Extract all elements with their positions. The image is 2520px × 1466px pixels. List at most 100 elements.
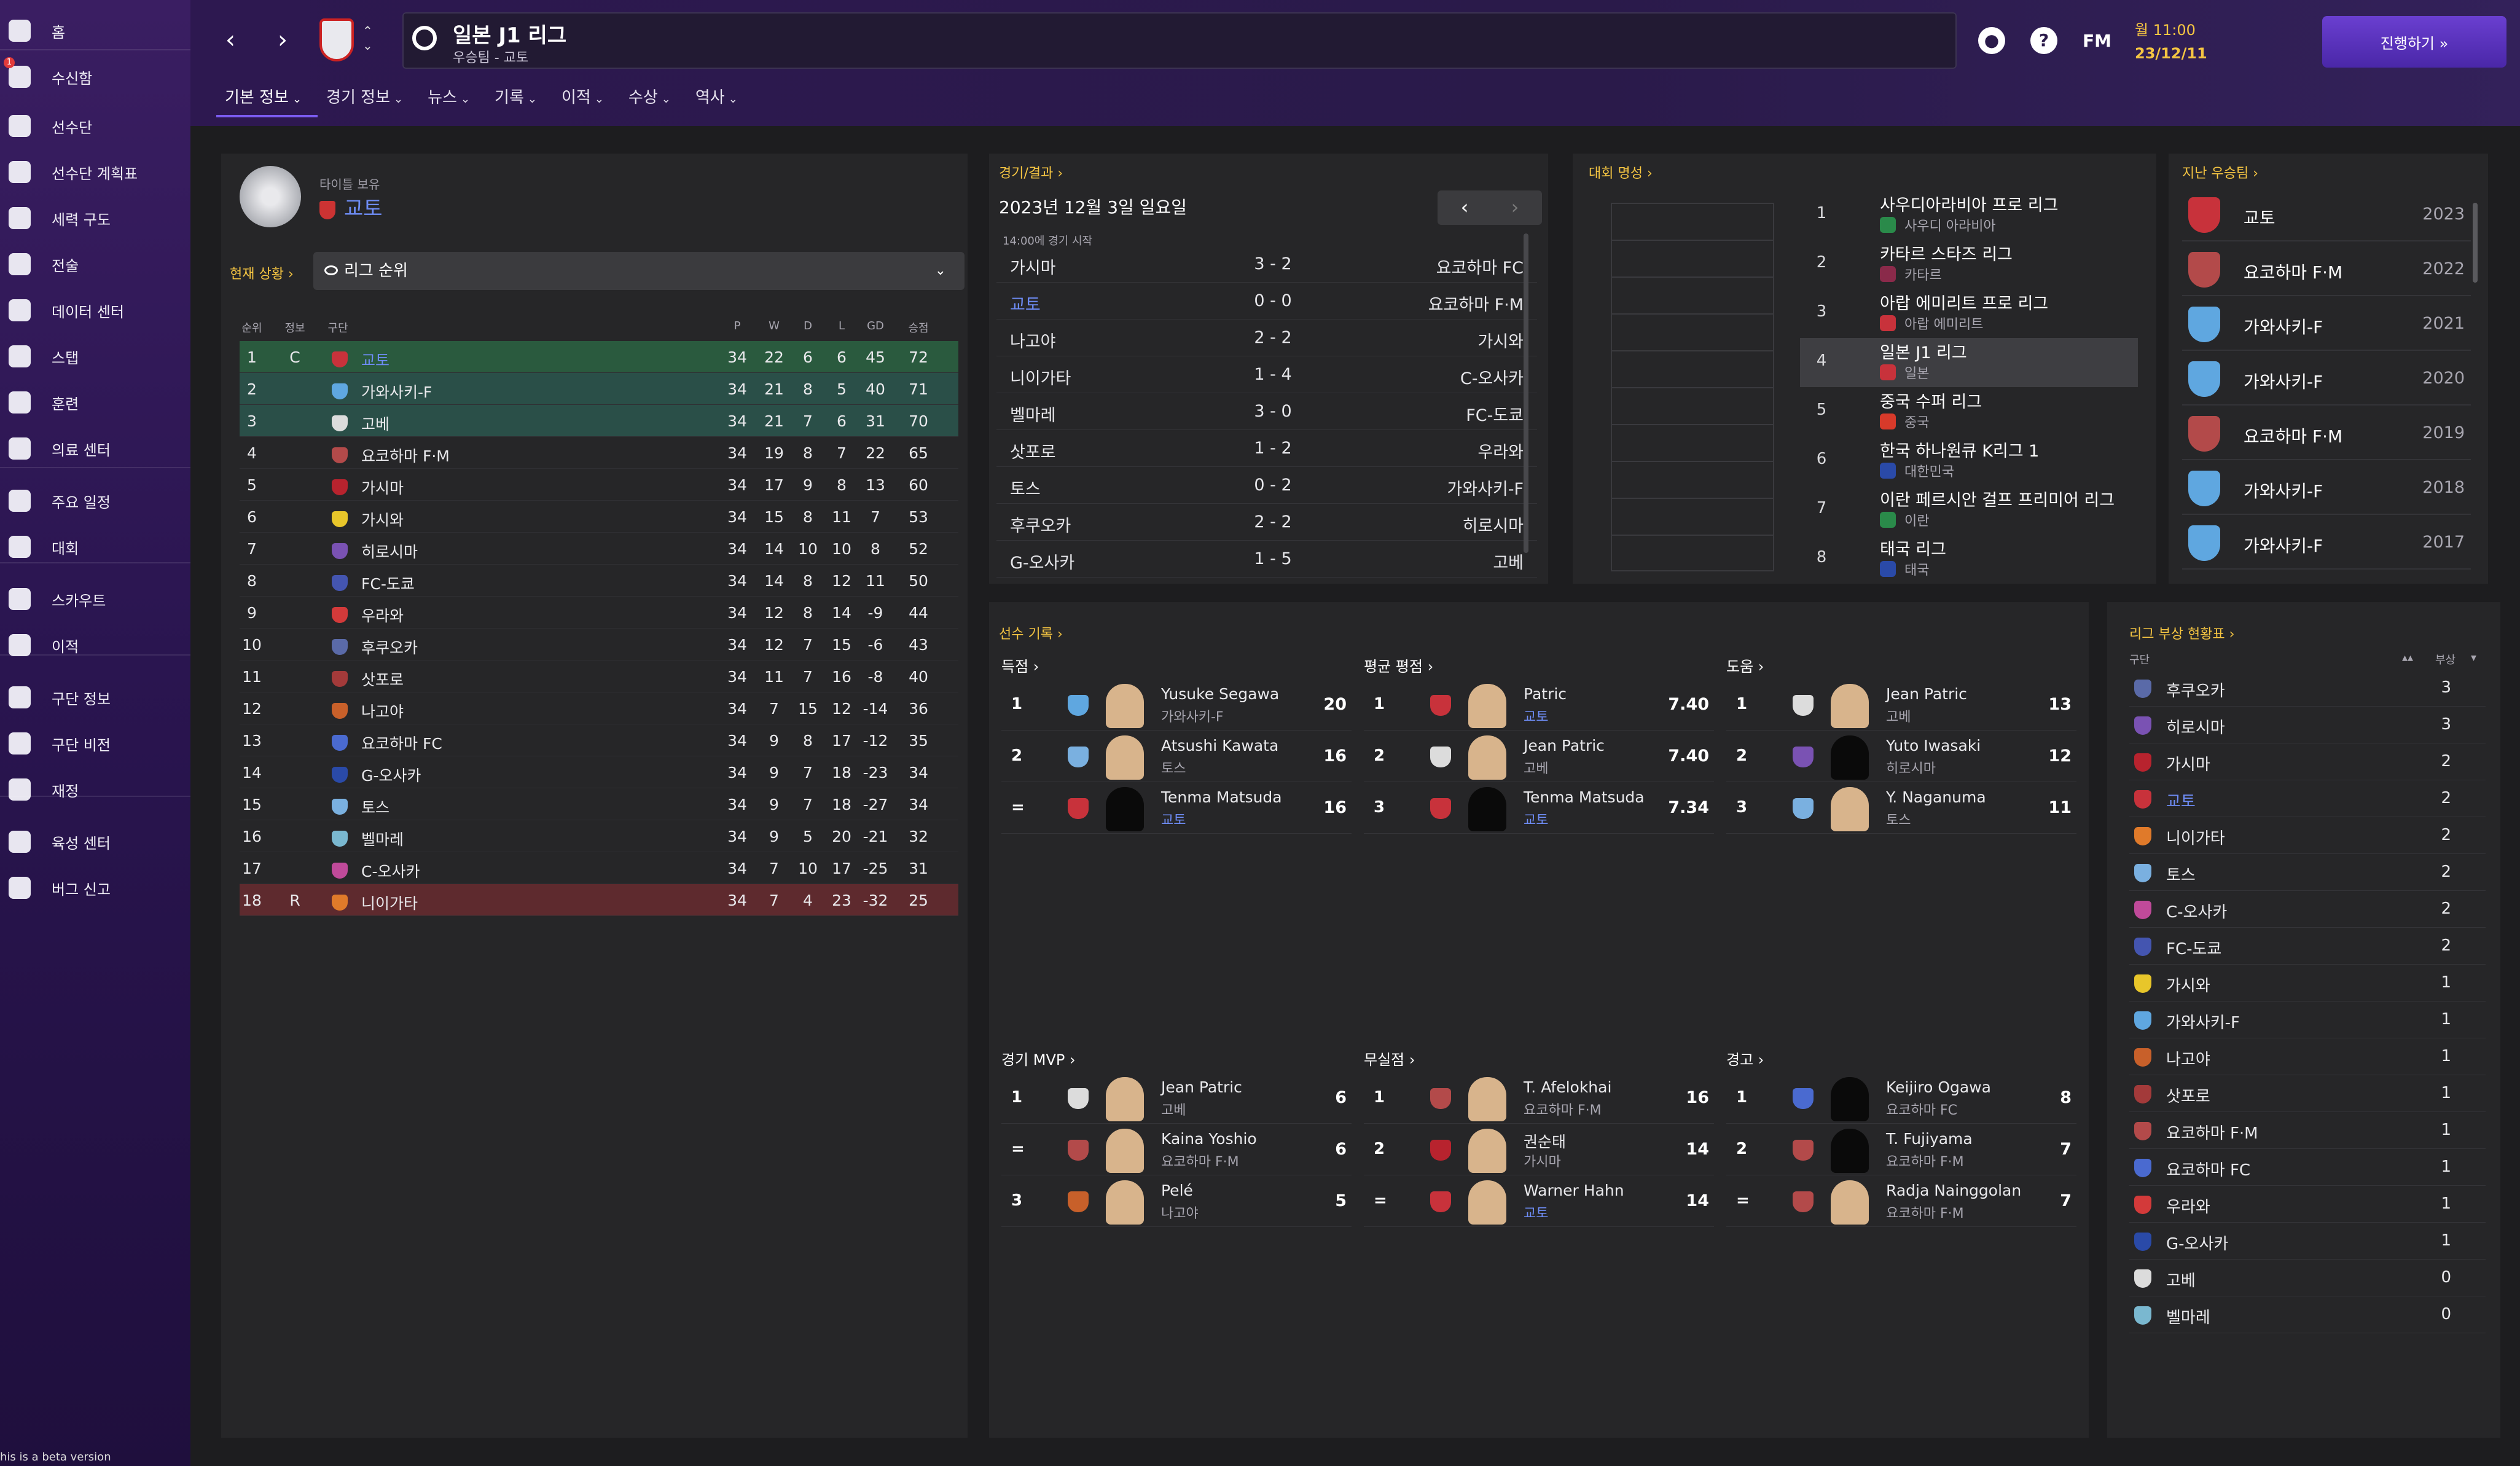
- sidebar-item-1[interactable]: 수신함 1: [0, 57, 190, 95]
- col-pts[interactable]: 승점: [897, 319, 940, 335]
- home-team[interactable]: 교토: [1010, 291, 1041, 315]
- injury-row[interactable]: 토스 2: [2129, 854, 2486, 891]
- tab-2[interactable]: 뉴스 ⌄: [419, 81, 486, 117]
- away-team[interactable]: 요코하마 FC: [1436, 254, 1524, 278]
- sidebar-item-11[interactable]: 대회: [0, 528, 190, 565]
- fixture-row[interactable]: 교토 0 - 0 요코하마 F·M: [996, 283, 1537, 319]
- reputation-row[interactable]: 2 카타르 스타즈 리그 카타르: [1800, 240, 2138, 289]
- fixture-row[interactable]: 가시마 3 - 2 요코하마 FC: [996, 246, 1537, 283]
- injury-row[interactable]: 우라와 1: [2129, 1186, 2486, 1223]
- sidebar-item-0[interactable]: 홈: [0, 12, 190, 49]
- fixtures-scrollbar[interactable]: [1524, 233, 1528, 553]
- table-row[interactable]: 5 가시마 34 17 9 8 13 60: [240, 469, 958, 501]
- fixture-row[interactable]: 삿포로 1 - 2 우라와: [996, 430, 1537, 467]
- sidebar-item-14[interactable]: 구단 정보: [0, 679, 190, 716]
- continue-button[interactable]: 진행하기 »: [2322, 16, 2506, 68]
- score[interactable]: 1 - 4: [1211, 365, 1334, 384]
- prev-day-button[interactable]: ‹: [1440, 195, 1489, 219]
- reputation-row[interactable]: 7 이란 페르시안 걸프 프리미어 리그 이란: [1800, 485, 2138, 535]
- club-crest-icon[interactable]: [319, 18, 354, 61]
- sort-icon[interactable]: ▴▴: [2402, 651, 2413, 664]
- club-cell[interactable]: 토스: [332, 796, 389, 818]
- away-team[interactable]: 고베: [1493, 549, 1524, 573]
- player-stat-row[interactable]: = Radja Nainggolan 요코하마 F·M 7: [1726, 1175, 2076, 1227]
- score[interactable]: 3 - 0: [1211, 402, 1334, 421]
- sidebar-item-15[interactable]: 구단 비전: [0, 725, 190, 762]
- injury-row[interactable]: 벨마레 0: [2129, 1296, 2486, 1333]
- stat-block-title[interactable]: 경고 ›: [1726, 1048, 1764, 1069]
- player-stat-row[interactable]: 3 Y. Naganuma 토스 11: [1726, 782, 2076, 834]
- past-winner-row[interactable]: 가와사키-F 2020: [2182, 351, 2471, 406]
- score[interactable]: 1 - 2: [1211, 439, 1334, 458]
- club-cell[interactable]: 요코하마 FC: [332, 732, 442, 754]
- col-info[interactable]: 정보: [276, 319, 313, 335]
- injury-row[interactable]: 니이가타 2: [2129, 817, 2486, 854]
- injury-row[interactable]: 히로시마 3: [2129, 707, 2486, 743]
- crest-toggle-icon[interactable]: ⌃ ⌄: [362, 23, 373, 53]
- title-holder-club[interactable]: 교토: [319, 192, 383, 222]
- reputation-row[interactable]: 1 사우디아라비아 프로 리그 사우디 아라비아: [1800, 190, 2138, 240]
- player-stat-row[interactable]: 1 Jean Patric 고베 13: [1726, 679, 2076, 731]
- club-cell[interactable]: 가시마: [332, 476, 404, 498]
- table-row[interactable]: 1 C 교토 34 22 6 6 45 72: [240, 341, 958, 373]
- fixture-row[interactable]: G-오사카 1 - 5 고베: [996, 541, 1537, 578]
- sidebar-item-10[interactable]: 주요 일정: [0, 482, 190, 519]
- sidebar-item-13[interactable]: 이적: [0, 627, 190, 664]
- player-stat-row[interactable]: 2 T. Fujiyama 요코하마 F·M 7: [1726, 1124, 2076, 1175]
- away-team[interactable]: 가와사키-F: [1447, 476, 1524, 500]
- injury-row[interactable]: 요코하마 FC 1: [2129, 1149, 2486, 1186]
- col-club[interactable]: 구단: [319, 319, 356, 335]
- fixtures-title[interactable]: 경기/결과 ›: [999, 162, 1063, 182]
- home-team[interactable]: 나고야: [1010, 328, 1056, 352]
- player-stat-row[interactable]: 1 T. Afelokhai 요코하마 F·M 16: [1364, 1072, 1714, 1124]
- sidebar-item-12[interactable]: 스카우트: [0, 581, 190, 617]
- reputation-title[interactable]: 대회 명성 ›: [1589, 162, 1653, 182]
- past-winner-row[interactable]: 가와사키-F 2018: [2182, 461, 2471, 515]
- table-row[interactable]: 14 G-오사카 34 9 7 18 -23 34: [240, 756, 958, 788]
- forward-arrow-icon[interactable]: ›: [267, 25, 298, 55]
- fm-label[interactable]: FM: [2083, 31, 2111, 51]
- away-team[interactable]: 우라와: [1477, 439, 1524, 463]
- date-display[interactable]: 월 11:00 23/12/11: [2135, 18, 2207, 65]
- score[interactable]: 3 - 2: [1211, 254, 1334, 273]
- away-team[interactable]: 히로시마: [1463, 512, 1524, 536]
- sidebar-item-18[interactable]: 버그 신고: [0, 869, 190, 906]
- injury-row[interactable]: 요코하마 F·M 1: [2129, 1112, 2486, 1149]
- player-stat-row[interactable]: = Tenma Matsuda 교토 16: [1001, 782, 1352, 834]
- injury-row[interactable]: G-오사카 1: [2129, 1223, 2486, 1260]
- injury-row[interactable]: 나고야 1: [2129, 1038, 2486, 1075]
- club-cell[interactable]: 우라와: [332, 604, 404, 626]
- stat-block-title[interactable]: 경기 MVP ›: [1001, 1048, 1076, 1069]
- sidebar-item-9[interactable]: 의료 센터: [0, 430, 190, 467]
- sidebar-item-4[interactable]: 세력 구도: [0, 200, 190, 237]
- back-arrow-icon[interactable]: ‹: [215, 25, 246, 55]
- club-cell[interactable]: 가와사키-F: [332, 380, 432, 402]
- tab-4[interactable]: 이적 ⌄: [553, 81, 620, 117]
- tab-3[interactable]: 기록 ⌄: [486, 81, 553, 117]
- help-icon[interactable]: ?: [2030, 27, 2057, 54]
- home-team[interactable]: 삿포로: [1010, 439, 1056, 463]
- table-row[interactable]: 4 요코하마 F·M 34 19 8 7 22 65: [240, 437, 958, 469]
- injury-row[interactable]: 고베 0: [2129, 1260, 2486, 1296]
- player-stats-title[interactable]: 선수 기록 ›: [999, 623, 1063, 643]
- player-stat-row[interactable]: = Warner Hahn 교토 14: [1364, 1175, 1714, 1227]
- player-stat-row[interactable]: 3 Tenma Matsuda 교토 7.34: [1364, 782, 1714, 834]
- club-cell[interactable]: 후쿠오카: [332, 636, 418, 658]
- ball-icon[interactable]: ●: [1978, 27, 2005, 54]
- table-row[interactable]: 2 가와사키-F 34 21 8 5 40 71: [240, 373, 958, 405]
- home-team[interactable]: 토스: [1010, 476, 1041, 500]
- stat-block-title[interactable]: 무실점 ›: [1364, 1048, 1415, 1069]
- sidebar-item-7[interactable]: 스탭: [0, 338, 190, 375]
- past-winner-row[interactable]: 가와사키-F 2017: [2182, 515, 2471, 570]
- search-box[interactable]: 일본 J1 리그 우승팀 - 교토: [402, 12, 1957, 69]
- past-winner-row[interactable]: 가와사키-F 2021: [2182, 297, 2471, 351]
- injury-row[interactable]: 가시마 2: [2129, 743, 2486, 780]
- away-team[interactable]: 요코하마 F·M: [1428, 291, 1524, 315]
- table-row[interactable]: 16 벨마레 34 9 5 20 -21 32: [240, 820, 958, 852]
- injury-row[interactable]: FC-도쿄 2: [2129, 928, 2486, 965]
- sidebar-item-8[interactable]: 훈련: [0, 384, 190, 421]
- injury-row[interactable]: C-오사카 2: [2129, 891, 2486, 928]
- score[interactable]: 0 - 0: [1211, 291, 1334, 310]
- table-row[interactable]: 17 C-오사카 34 7 10 17 -25 31: [240, 852, 958, 884]
- club-cell[interactable]: 가시와: [332, 508, 404, 530]
